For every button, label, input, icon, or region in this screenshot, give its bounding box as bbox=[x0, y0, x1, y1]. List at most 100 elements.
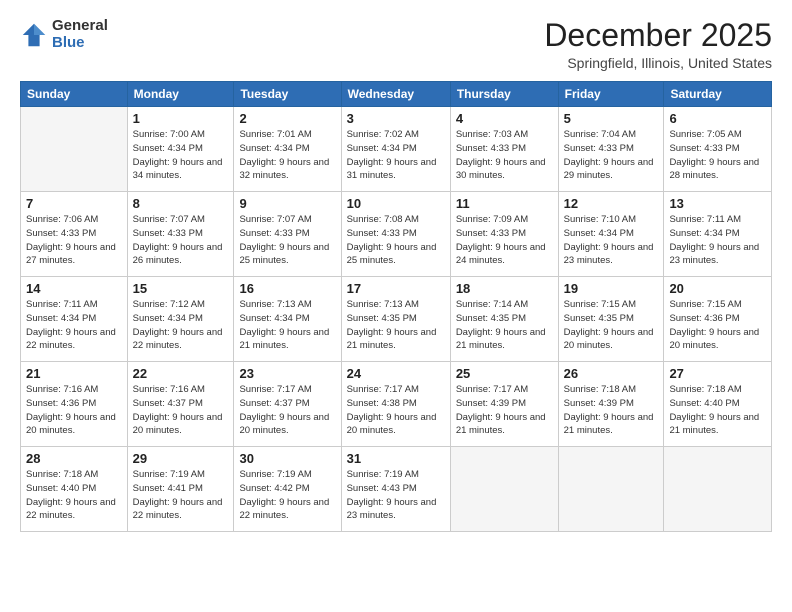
day-info: Sunrise: 7:11 AMSunset: 4:34 PMDaylight:… bbox=[26, 298, 122, 353]
day-number: 28 bbox=[26, 451, 122, 466]
day-info: Sunrise: 7:18 AMSunset: 4:40 PMDaylight:… bbox=[669, 383, 766, 438]
table-row bbox=[664, 447, 772, 532]
table-row: 18Sunrise: 7:14 AMSunset: 4:35 PMDayligh… bbox=[450, 277, 558, 362]
day-info: Sunrise: 7:15 AMSunset: 4:36 PMDaylight:… bbox=[669, 298, 766, 353]
day-info: Sunrise: 7:06 AMSunset: 4:33 PMDaylight:… bbox=[26, 213, 122, 268]
table-row: 16 Sunrise: 7:13 AMSunset: 4:34 PMDayligh… bbox=[234, 277, 341, 362]
day-number: 12 bbox=[564, 196, 659, 211]
day-number: 31 bbox=[347, 451, 445, 466]
day-info: Sunrise: 7:16 AMSunset: 4:37 PMDaylight:… bbox=[133, 383, 229, 438]
day-info: Sunrise: 7:00 AMSunset: 4:34 PMDaylight:… bbox=[133, 128, 229, 183]
subtitle: Springfield, Illinois, United States bbox=[544, 55, 772, 71]
calendar-header-row: Sunday Monday Tuesday Wednesday Thursday… bbox=[21, 82, 772, 107]
calendar-week-row: 21 Sunrise: 7:16 AMSunset: 4:36 PMDayligh… bbox=[21, 362, 772, 447]
day-info: Sunrise: 7:04 AMSunset: 4:33 PMDaylight:… bbox=[564, 128, 659, 183]
table-row: 4 Sunrise: 7:03 AMSunset: 4:33 PMDaylight… bbox=[450, 107, 558, 192]
day-number: 6 bbox=[669, 111, 766, 126]
day-info: Sunrise: 7:17 AMSunset: 4:38 PMDaylight:… bbox=[347, 383, 445, 438]
col-wednesday: Wednesday bbox=[341, 82, 450, 107]
logo-icon bbox=[20, 21, 48, 49]
table-row: 21 Sunrise: 7:16 AMSunset: 4:36 PMDayligh… bbox=[21, 362, 128, 447]
table-row: 19 Sunrise: 7:15 AMSunset: 4:35 PMDayligh… bbox=[558, 277, 664, 362]
table-row: 27Sunrise: 7:18 AMSunset: 4:40 PMDayligh… bbox=[664, 362, 772, 447]
day-info: Sunrise: 7:08 AMSunset: 4:33 PMDaylight:… bbox=[347, 213, 445, 268]
calendar-week-row: 28 Sunrise: 7:18 AMSunset: 4:40 PMDayligh… bbox=[21, 447, 772, 532]
calendar-week-row: 1 Sunrise: 7:00 AMSunset: 4:34 PMDaylight… bbox=[21, 107, 772, 192]
day-number: 30 bbox=[239, 451, 335, 466]
day-info: Sunrise: 7:05 AMSunset: 4:33 PMDaylight:… bbox=[669, 128, 766, 183]
page: General Blue December 2025 Springfield, … bbox=[0, 0, 792, 612]
day-info: Sunrise: 7:17 AMSunset: 4:39 PMDaylight:… bbox=[456, 383, 553, 438]
table-row: 20 Sunrise: 7:15 AMSunset: 4:36 PMDayligh… bbox=[664, 277, 772, 362]
day-info: Sunrise: 7:01 AMSunset: 4:34 PMDaylight:… bbox=[239, 128, 335, 183]
day-info: Sunrise: 7:12 AMSunset: 4:34 PMDaylight:… bbox=[133, 298, 229, 353]
day-info: Sunrise: 7:13 AMSunset: 4:34 PMDaylight:… bbox=[239, 298, 335, 353]
day-number: 26 bbox=[564, 366, 659, 381]
calendar-table: Sunday Monday Tuesday Wednesday Thursday… bbox=[20, 81, 772, 532]
table-row: 22Sunrise: 7:16 AMSunset: 4:37 PMDayligh… bbox=[127, 362, 234, 447]
table-row: 12 Sunrise: 7:10 AMSunset: 4:34 PMDayligh… bbox=[558, 192, 664, 277]
logo: General Blue bbox=[20, 18, 108, 51]
table-row: 8 Sunrise: 7:07 AMSunset: 4:33 PMDaylight… bbox=[127, 192, 234, 277]
day-info: Sunrise: 7:18 AMSunset: 4:40 PMDaylight:… bbox=[26, 468, 122, 523]
day-info: Sunrise: 7:19 AMSunset: 4:42 PMDaylight:… bbox=[239, 468, 335, 523]
day-info: Sunrise: 7:16 AMSunset: 4:36 PMDaylight:… bbox=[26, 383, 122, 438]
day-number: 1 bbox=[133, 111, 229, 126]
day-number: 20 bbox=[669, 281, 766, 296]
col-tuesday: Tuesday bbox=[234, 82, 341, 107]
day-number: 2 bbox=[239, 111, 335, 126]
day-number: 3 bbox=[347, 111, 445, 126]
table-row: 25 Sunrise: 7:17 AMSunset: 4:39 PMDayligh… bbox=[450, 362, 558, 447]
day-number: 19 bbox=[564, 281, 659, 296]
day-number: 10 bbox=[347, 196, 445, 211]
table-row: 9 Sunrise: 7:07 AMSunset: 4:33 PMDaylight… bbox=[234, 192, 341, 277]
day-info: Sunrise: 7:19 AMSunset: 4:43 PMDaylight:… bbox=[347, 468, 445, 523]
day-number: 7 bbox=[26, 196, 122, 211]
table-row: 31 Sunrise: 7:19 AMSunset: 4:43 PMDayligh… bbox=[341, 447, 450, 532]
table-row: 28 Sunrise: 7:18 AMSunset: 4:40 PMDayligh… bbox=[21, 447, 128, 532]
day-info: Sunrise: 7:02 AMSunset: 4:34 PMDaylight:… bbox=[347, 128, 445, 183]
day-number: 16 bbox=[239, 281, 335, 296]
table-row: 6 Sunrise: 7:05 AMSunset: 4:33 PMDaylight… bbox=[664, 107, 772, 192]
table-row: 7 Sunrise: 7:06 AMSunset: 4:33 PMDaylight… bbox=[21, 192, 128, 277]
day-number: 24 bbox=[347, 366, 445, 381]
day-number: 9 bbox=[239, 196, 335, 211]
table-row: 11Sunrise: 7:09 AMSunset: 4:33 PMDayligh… bbox=[450, 192, 558, 277]
table-row: 13Sunrise: 7:11 AMSunset: 4:34 PMDayligh… bbox=[664, 192, 772, 277]
logo-general: General bbox=[52, 18, 108, 35]
day-number: 14 bbox=[26, 281, 122, 296]
col-thursday: Thursday bbox=[450, 82, 558, 107]
day-info: Sunrise: 7:07 AMSunset: 4:33 PMDaylight:… bbox=[239, 213, 335, 268]
day-number: 29 bbox=[133, 451, 229, 466]
table-row: 23Sunrise: 7:17 AMSunset: 4:37 PMDayligh… bbox=[234, 362, 341, 447]
day-info: Sunrise: 7:07 AMSunset: 4:33 PMDaylight:… bbox=[133, 213, 229, 268]
day-number: 8 bbox=[133, 196, 229, 211]
day-number: 23 bbox=[239, 366, 335, 381]
table-row: 30 Sunrise: 7:19 AMSunset: 4:42 PMDayligh… bbox=[234, 447, 341, 532]
day-info: Sunrise: 7:13 AMSunset: 4:35 PMDaylight:… bbox=[347, 298, 445, 353]
day-number: 13 bbox=[669, 196, 766, 211]
day-info: Sunrise: 7:10 AMSunset: 4:34 PMDaylight:… bbox=[564, 213, 659, 268]
table-row: 3 Sunrise: 7:02 AMSunset: 4:34 PMDaylight… bbox=[341, 107, 450, 192]
day-info: Sunrise: 7:15 AMSunset: 4:35 PMDaylight:… bbox=[564, 298, 659, 353]
table-row: 14 Sunrise: 7:11 AMSunset: 4:34 PMDayligh… bbox=[21, 277, 128, 362]
day-number: 4 bbox=[456, 111, 553, 126]
header: General Blue December 2025 Springfield, … bbox=[20, 18, 772, 71]
day-info: Sunrise: 7:09 AMSunset: 4:33 PMDaylight:… bbox=[456, 213, 553, 268]
table-row: 29Sunrise: 7:19 AMSunset: 4:41 PMDayligh… bbox=[127, 447, 234, 532]
table-row: 24 Sunrise: 7:17 AMSunset: 4:38 PMDayligh… bbox=[341, 362, 450, 447]
day-info: Sunrise: 7:03 AMSunset: 4:33 PMDaylight:… bbox=[456, 128, 553, 183]
day-number: 25 bbox=[456, 366, 553, 381]
table-row: 1 Sunrise: 7:00 AMSunset: 4:34 PMDaylight… bbox=[127, 107, 234, 192]
table-row: 26 Sunrise: 7:18 AMSunset: 4:39 PMDayligh… bbox=[558, 362, 664, 447]
day-info: Sunrise: 7:18 AMSunset: 4:39 PMDaylight:… bbox=[564, 383, 659, 438]
col-friday: Friday bbox=[558, 82, 664, 107]
table-row bbox=[558, 447, 664, 532]
logo-text: General Blue bbox=[52, 18, 108, 51]
col-sunday: Sunday bbox=[21, 82, 128, 107]
col-monday: Monday bbox=[127, 82, 234, 107]
table-row: 15Sunrise: 7:12 AMSunset: 4:34 PMDayligh… bbox=[127, 277, 234, 362]
calendar-week-row: 14 Sunrise: 7:11 AMSunset: 4:34 PMDayligh… bbox=[21, 277, 772, 362]
day-number: 21 bbox=[26, 366, 122, 381]
table-row: 10 Sunrise: 7:08 AMSunset: 4:33 PMDayligh… bbox=[341, 192, 450, 277]
